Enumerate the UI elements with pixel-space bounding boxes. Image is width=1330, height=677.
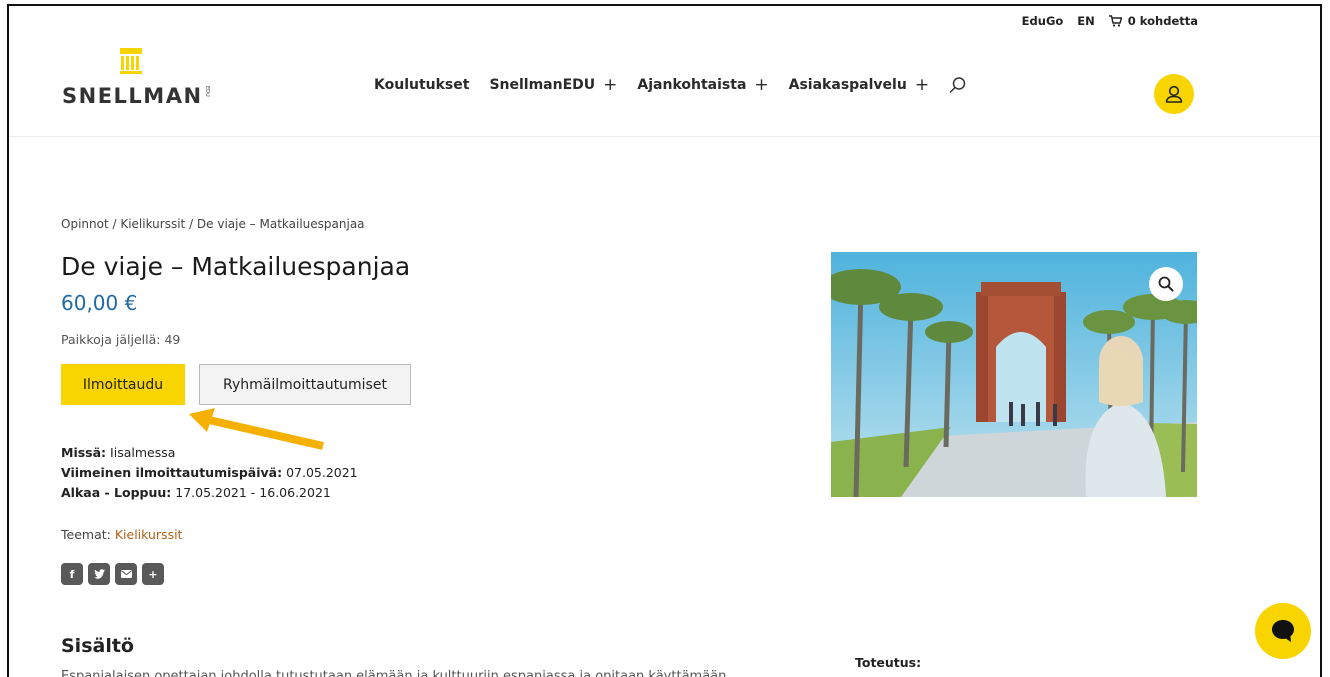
detail-label: Missä:	[61, 445, 107, 460]
nav-item-koulutukset[interactable]: Koulutukset	[374, 77, 469, 93]
site-header: EduGo EN 0 kohdetta SNELLMAN EDU Koulutu…	[9, 6, 1320, 137]
search-icon[interactable]	[949, 76, 967, 94]
nav-item-label: Koulutukset	[374, 77, 470, 93]
breadcrumb-item-kielikurssit[interactable]: Kielikurssit	[120, 217, 185, 231]
language-switch[interactable]: EN	[1077, 14, 1094, 28]
breadcrumb-separator: /	[185, 217, 197, 231]
email-icon[interactable]	[115, 563, 137, 585]
more-icon[interactable]: +	[142, 563, 164, 585]
main-nav: Koulutukset SnellmanEDU + Ajankohtaista …	[374, 76, 967, 94]
expand-plus-icon: +	[914, 75, 930, 95]
detail-location: Missä: Iisalmessa	[61, 443, 358, 463]
twitter-icon[interactable]	[88, 563, 110, 585]
product-image[interactable]	[831, 252, 1197, 497]
themes: Teemat: Kielikurssit	[61, 527, 182, 542]
cart-icon	[1108, 15, 1122, 27]
themes-link[interactable]: Kielikurssit	[115, 527, 183, 542]
zoom-icon	[1158, 276, 1174, 292]
edugo-link[interactable]: EduGo	[1022, 14, 1064, 28]
account-button[interactable]	[1154, 74, 1194, 114]
detail-value: 17.05.2021 - 16.06.2021	[175, 485, 331, 500]
detail-value: Iisalmessa	[110, 445, 176, 460]
nav-item-ajankohtaista[interactable]: Ajankohtaista +	[637, 75, 769, 95]
utility-bar: EduGo EN 0 kohdetta	[1022, 14, 1198, 28]
nav-item-label: Asiakaspalvelu	[788, 77, 907, 93]
course-details: Missä: Iisalmessa Viimeinen ilmoittautum…	[61, 443, 358, 503]
breadcrumb-separator: /	[108, 217, 121, 231]
snellman-logo[interactable]: SNELLMAN EDU	[62, 48, 222, 108]
expand-plus-icon: +	[603, 75, 618, 95]
expand-plus-icon: +	[754, 75, 769, 95]
nav-item-label: Ajankohtaista	[637, 77, 747, 93]
breadcrumb: Opinnot / Kielikurssit / De viaje – Matk…	[61, 217, 365, 231]
logo-suffix: EDU	[204, 86, 210, 97]
nav-item-label: SnellmanEDU	[489, 77, 596, 93]
seats-remaining: Paikkoja jäljellä: 49	[61, 332, 181, 347]
group-registration-button[interactable]: Ryhmäilmoittautumiset	[199, 364, 411, 405]
register-button[interactable]: Ilmoittaudu	[61, 364, 185, 405]
detail-label: Viimeinen ilmoittautumispäivä:	[61, 465, 283, 480]
nav-item-snellmanedu[interactable]: SnellmanEDU +	[489, 75, 618, 95]
themes-label: Teemat:	[61, 527, 111, 542]
detail-dates: Alkaa - Loppuu: 17.05.2021 - 16.06.2021	[61, 483, 358, 503]
chat-button[interactable]	[1255, 603, 1311, 659]
section-text: Espanjalaisen opettajan johdolla tutustu…	[61, 669, 727, 677]
product-price: 60,00 €	[61, 291, 138, 315]
share-buttons: f +	[61, 563, 164, 585]
cart-link[interactable]: 0 kohdetta	[1108, 14, 1198, 28]
logo-mark-icon	[120, 48, 142, 74]
toteutus-heading: Toteutus:	[855, 655, 922, 670]
detail-label: Alkaa - Loppuu:	[61, 485, 172, 500]
user-icon	[1165, 85, 1183, 103]
logo-text: SNELLMAN	[62, 84, 203, 108]
page-frame: EduGo EN 0 kohdetta SNELLMAN EDU Koulutu…	[7, 4, 1322, 677]
barcelona-photo-icon	[831, 252, 1197, 497]
facebook-icon[interactable]: f	[61, 563, 83, 585]
detail-value: 07.05.2021	[286, 465, 358, 480]
breadcrumb-current: De viaje – Matkailuespanjaa	[196, 217, 365, 231]
detail-deadline: Viimeinen ilmoittautumispäivä: 07.05.202…	[61, 463, 358, 483]
breadcrumb-item-opinnot[interactable]: Opinnot	[61, 217, 109, 231]
nav-item-asiakaspalvelu[interactable]: Asiakaspalvelu +	[788, 75, 930, 95]
zoom-button[interactable]	[1149, 267, 1183, 301]
page-title: De viaje – Matkailuespanjaa	[61, 252, 411, 281]
chat-icon	[1272, 620, 1294, 642]
section-title: Sisältö	[61, 635, 134, 657]
cart-count: 0 kohdetta	[1127, 14, 1198, 28]
